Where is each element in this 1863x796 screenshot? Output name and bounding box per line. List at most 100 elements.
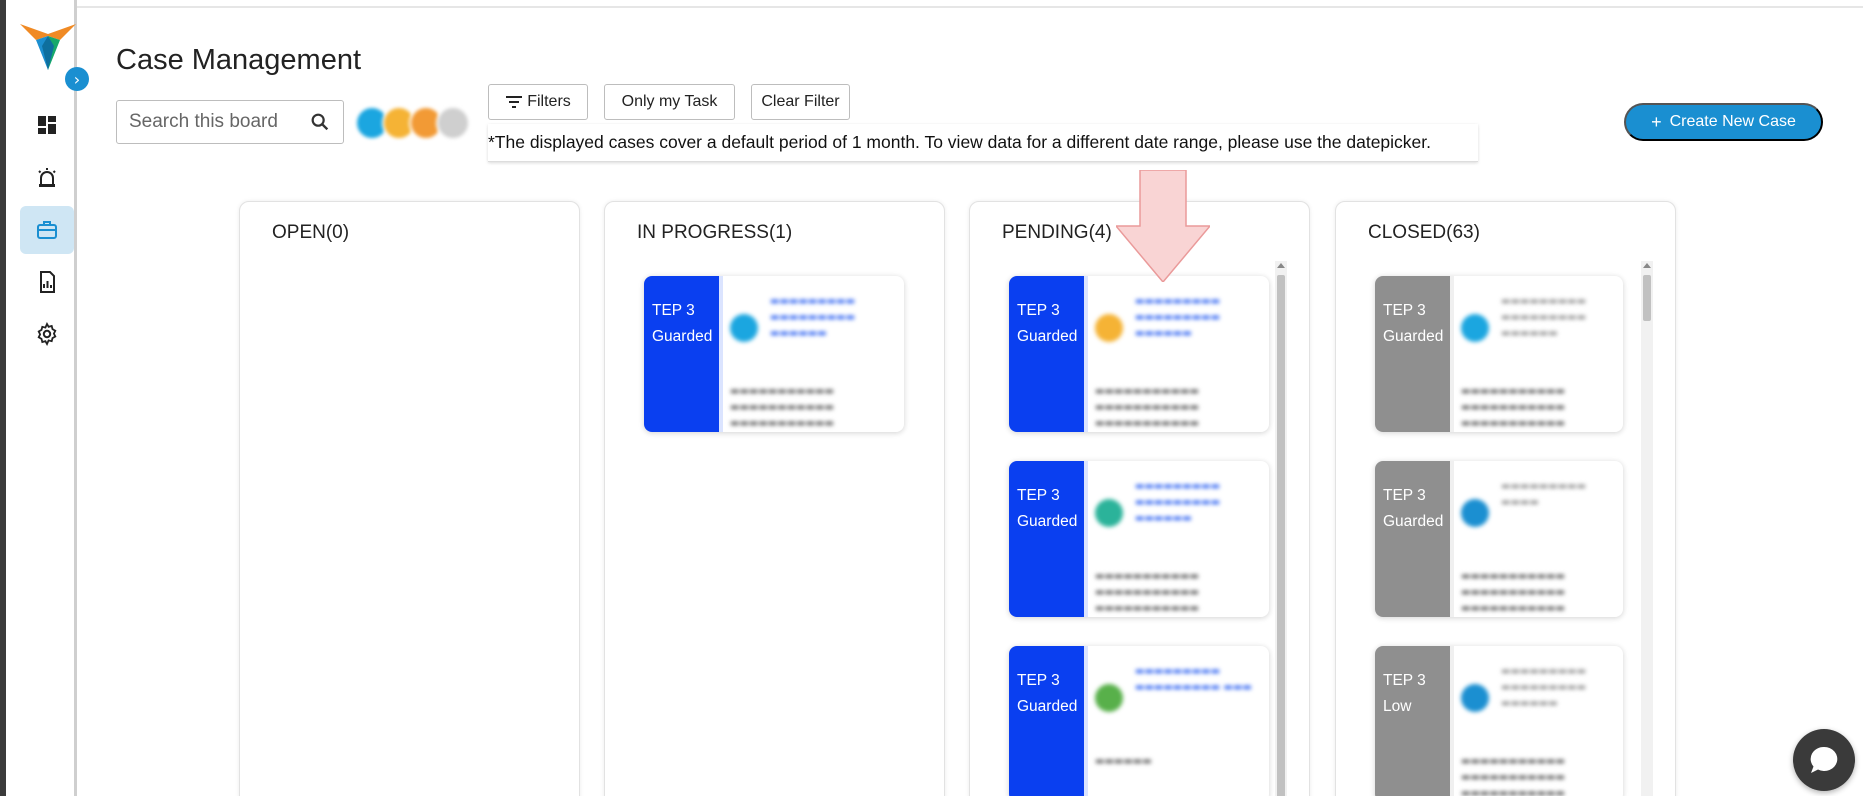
- card-severity-stripe: TEP 3 Guarded: [1375, 461, 1450, 617]
- app-logo[interactable]: [20, 22, 76, 72]
- case-card[interactable]: TEP 3 Guarded ▬▬▬▬▬▬▬▬▬ ▬▬▬▬▬▬▬▬▬ ▬▬▬▬▬▬…: [1375, 276, 1623, 432]
- card-severity: Guarded: [1017, 328, 1078, 345]
- column-open: OPEN(0): [239, 201, 580, 796]
- search-input[interactable]: [129, 111, 299, 133]
- briefcase-icon: [37, 221, 57, 239]
- card-body-redacted: ▬▬▬▬▬▬▬▬▬ ▬▬▬▬▬▬▬▬▬ ▬▬▬▬▬▬ ▬▬▬▬▬▬▬▬▬▬▬ ▬…: [1461, 664, 1615, 796]
- card-description-redacted: ▬▬▬▬▬▬: [1095, 756, 1152, 767]
- card-severity: Guarded: [1383, 328, 1444, 345]
- filters-button[interactable]: Filters: [488, 84, 588, 120]
- card-body-redacted: ▬▬▬▬▬▬▬▬▬ ▬▬▬▬▬▬▬▬▬ ▬▬▬ ▬▬▬▬▬▬: [1095, 664, 1261, 794]
- card-description-redacted: ▬▬▬▬▬▬▬▬▬▬▬ ▬▬▬▬▬▬▬▬▬▬▬ ▬▬▬▬▬▬▬▬▬▬▬: [1095, 571, 1199, 614]
- filters-label: Filters: [527, 93, 571, 110]
- nav-case-management[interactable]: [20, 206, 74, 254]
- card-description-redacted: ▬▬▬▬▬▬▬▬▬▬▬ ▬▬▬▬▬▬▬▬▬▬▬ ▬▬▬▬▬▬▬▬▬▬▬: [1461, 386, 1565, 429]
- only-my-task-button[interactable]: Only my Task: [604, 84, 735, 120]
- column-title: IN PROGRESS(1): [637, 222, 793, 243]
- card-severity: Guarded: [1017, 513, 1078, 530]
- column-scrollbar[interactable]: [1641, 261, 1653, 796]
- case-card[interactable]: TEP 3 Guarded ▬▬▬▬▬▬▬▬▬ ▬▬▬▬▬▬▬▬▬ ▬▬▬▬▬▬…: [1009, 276, 1269, 432]
- card-tep: TEP 3: [1383, 672, 1426, 689]
- column-scrollbar[interactable]: [1275, 261, 1287, 796]
- scroll-up-icon[interactable]: [1277, 263, 1285, 268]
- card-divider: [1084, 461, 1088, 617]
- card-severity-stripe: TEP 3 Guarded: [1009, 461, 1084, 617]
- nav-settings[interactable]: [20, 310, 74, 358]
- card-divider: [1450, 646, 1454, 796]
- card-severity: Guarded: [1383, 513, 1444, 530]
- sidebar: [0, 0, 77, 796]
- card-divider: [1450, 461, 1454, 617]
- settings-icon: [37, 322, 57, 346]
- alarm-icon: [38, 168, 56, 187]
- plus-icon: +: [1651, 111, 1662, 132]
- filter-icon: [506, 96, 523, 108]
- card-title-redacted: ▬▬▬▬▬▬▬▬▬ ▬▬▬▬▬▬▬▬▬ ▬▬▬▬▬▬: [1501, 666, 1587, 709]
- create-new-case-button[interactable]: + Create New Case: [1624, 103, 1823, 141]
- page-title: Case Management: [116, 44, 362, 76]
- avatar: [1095, 499, 1123, 527]
- card-tep: TEP 3: [1383, 302, 1426, 319]
- card-title-redacted: ▬▬▬▬▬▬▬▬▬ ▬▬▬▬▬▬▬▬▬ ▬▬▬▬▬▬: [1501, 296, 1587, 339]
- card-body-redacted: ▬▬▬▬▬▬▬▬▬ ▬▬▬▬ ▬▬▬▬▬▬▬▬▬▬▬ ▬▬▬▬▬▬▬▬▬▬▬ ▬…: [1461, 479, 1615, 614]
- card-severity-stripe: TEP 3 Guarded: [644, 276, 719, 432]
- card-description-redacted: ▬▬▬▬▬▬▬▬▬▬▬ ▬▬▬▬▬▬▬▬▬▬▬ ▬▬▬▬▬▬▬▬▬▬▬: [730, 386, 834, 429]
- dashboard-icon: [38, 116, 56, 134]
- avatar: [1095, 684, 1123, 712]
- column-in-progress: IN PROGRESS(1) TEP 3 Guarded ▬▬▬▬▬▬▬▬▬ ▬…: [604, 201, 945, 796]
- avatar: [1461, 314, 1489, 342]
- scroll-up-icon[interactable]: [1643, 263, 1651, 268]
- clear-filter-button[interactable]: Clear Filter: [751, 84, 850, 120]
- assignee-avatars[interactable]: [355, 106, 475, 140]
- card-severity: Guarded: [652, 328, 713, 345]
- chat-support-button[interactable]: [1793, 729, 1855, 791]
- column-title: CLOSED(63): [1368, 222, 1480, 243]
- card-title-redacted: ▬▬▬▬▬▬▬▬▬ ▬▬▬▬: [1501, 481, 1587, 508]
- case-card[interactable]: TEP 3 Guarded ▬▬▬▬▬▬▬▬▬ ▬▬▬▬ ▬▬▬▬▬▬▬▬▬▬▬…: [1375, 461, 1623, 617]
- card-description-redacted: ▬▬▬▬▬▬▬▬▬▬▬ ▬▬▬▬▬▬▬▬▬▬▬ ▬▬▬▬▬▬▬▬▬▬▬: [1095, 386, 1199, 429]
- card-body-redacted: ▬▬▬▬▬▬▬▬▬ ▬▬▬▬▬▬▬▬▬ ▬▬▬▬▬▬ ▬▬▬▬▬▬▬▬▬▬▬ ▬…: [730, 294, 896, 429]
- card-severity-stripe: TEP 3 Guarded: [1009, 646, 1084, 796]
- date-range-notice: *The displayed cases cover a default per…: [488, 124, 1478, 162]
- top-border: [0, 0, 1863, 8]
- card-severity-stripe: TEP 3 Guarded: [1009, 276, 1084, 432]
- avatar: [1095, 314, 1123, 342]
- avatar: [730, 314, 758, 342]
- report-icon: [40, 271, 55, 293]
- card-severity: Guarded: [1017, 698, 1078, 715]
- card-severity-stripe: TEP 3 Low: [1375, 646, 1450, 796]
- card-title-redacted: ▬▬▬▬▬▬▬▬▬ ▬▬▬▬▬▬▬▬▬ ▬▬▬▬▬▬: [770, 296, 856, 339]
- column-pending: PENDING(4) TEP 3 Guarded ▬▬▬▬▬▬▬▬▬ ▬▬▬▬▬…: [969, 201, 1310, 796]
- case-card[interactable]: TEP 3 Guarded ▬▬▬▬▬▬▬▬▬ ▬▬▬▬▬▬▬▬▬ ▬▬▬ ▬▬…: [1009, 646, 1269, 796]
- case-card[interactable]: TEP 3 Guarded ▬▬▬▬▬▬▬▬▬ ▬▬▬▬▬▬▬▬▬ ▬▬▬▬▬▬…: [1009, 461, 1269, 617]
- nav-reports[interactable]: [20, 258, 74, 306]
- card-title-redacted: ▬▬▬▬▬▬▬▬▬ ▬▬▬▬▬▬▬▬▬ ▬▬▬: [1135, 666, 1252, 693]
- create-label: Create New Case: [1669, 113, 1796, 130]
- nav-alerts[interactable]: [20, 154, 74, 202]
- card-severity-stripe: TEP 3 Guarded: [1375, 276, 1450, 432]
- card-divider: [1450, 276, 1454, 432]
- card-description-redacted: ▬▬▬▬▬▬▬▬▬▬▬ ▬▬▬▬▬▬▬▬▬▬▬ ▬▬▬▬▬▬▬▬▬▬▬: [1461, 571, 1565, 614]
- case-card[interactable]: TEP 3 Low ▬▬▬▬▬▬▬▬▬ ▬▬▬▬▬▬▬▬▬ ▬▬▬▬▬▬ ▬▬▬…: [1375, 646, 1623, 796]
- avatar: [1461, 499, 1489, 527]
- search-icon[interactable]: [309, 111, 331, 133]
- card-title-redacted: ▬▬▬▬▬▬▬▬▬ ▬▬▬▬▬▬▬▬▬ ▬▬▬▬▬▬: [1135, 481, 1221, 524]
- card-tep: TEP 3: [1017, 672, 1060, 689]
- card-tep: TEP 3: [1383, 487, 1426, 504]
- card-tep: TEP 3: [652, 302, 695, 319]
- chat-bubble-icon: [1810, 746, 1838, 773]
- column-title: PENDING(4): [1002, 222, 1112, 243]
- sidebar-expand-button[interactable]: ›: [65, 67, 89, 91]
- card-tep: TEP 3: [1017, 302, 1060, 319]
- nav-dashboard[interactable]: [20, 101, 74, 149]
- column-closed: CLOSED(63) TEP 3 Guarded ▬▬▬▬▬▬▬▬▬ ▬▬▬▬▬…: [1335, 201, 1676, 796]
- card-description-redacted: ▬▬▬▬▬▬▬▬▬▬▬ ▬▬▬▬▬▬▬▬▬▬▬ ▬▬▬▬▬▬▬▬▬▬▬: [1461, 756, 1565, 796]
- card-tep: TEP 3: [1017, 487, 1060, 504]
- card-divider: [719, 276, 723, 432]
- hint-arrow-down-icon: [1116, 170, 1210, 282]
- case-card[interactable]: TEP 3 Guarded ▬▬▬▬▬▬▬▬▬ ▬▬▬▬▬▬▬▬▬ ▬▬▬▬▬▬…: [644, 276, 904, 432]
- scroll-thumb[interactable]: [1277, 275, 1285, 796]
- avatar-more[interactable]: [436, 106, 470, 140]
- scroll-thumb[interactable]: [1643, 275, 1651, 321]
- search-box[interactable]: [116, 100, 344, 144]
